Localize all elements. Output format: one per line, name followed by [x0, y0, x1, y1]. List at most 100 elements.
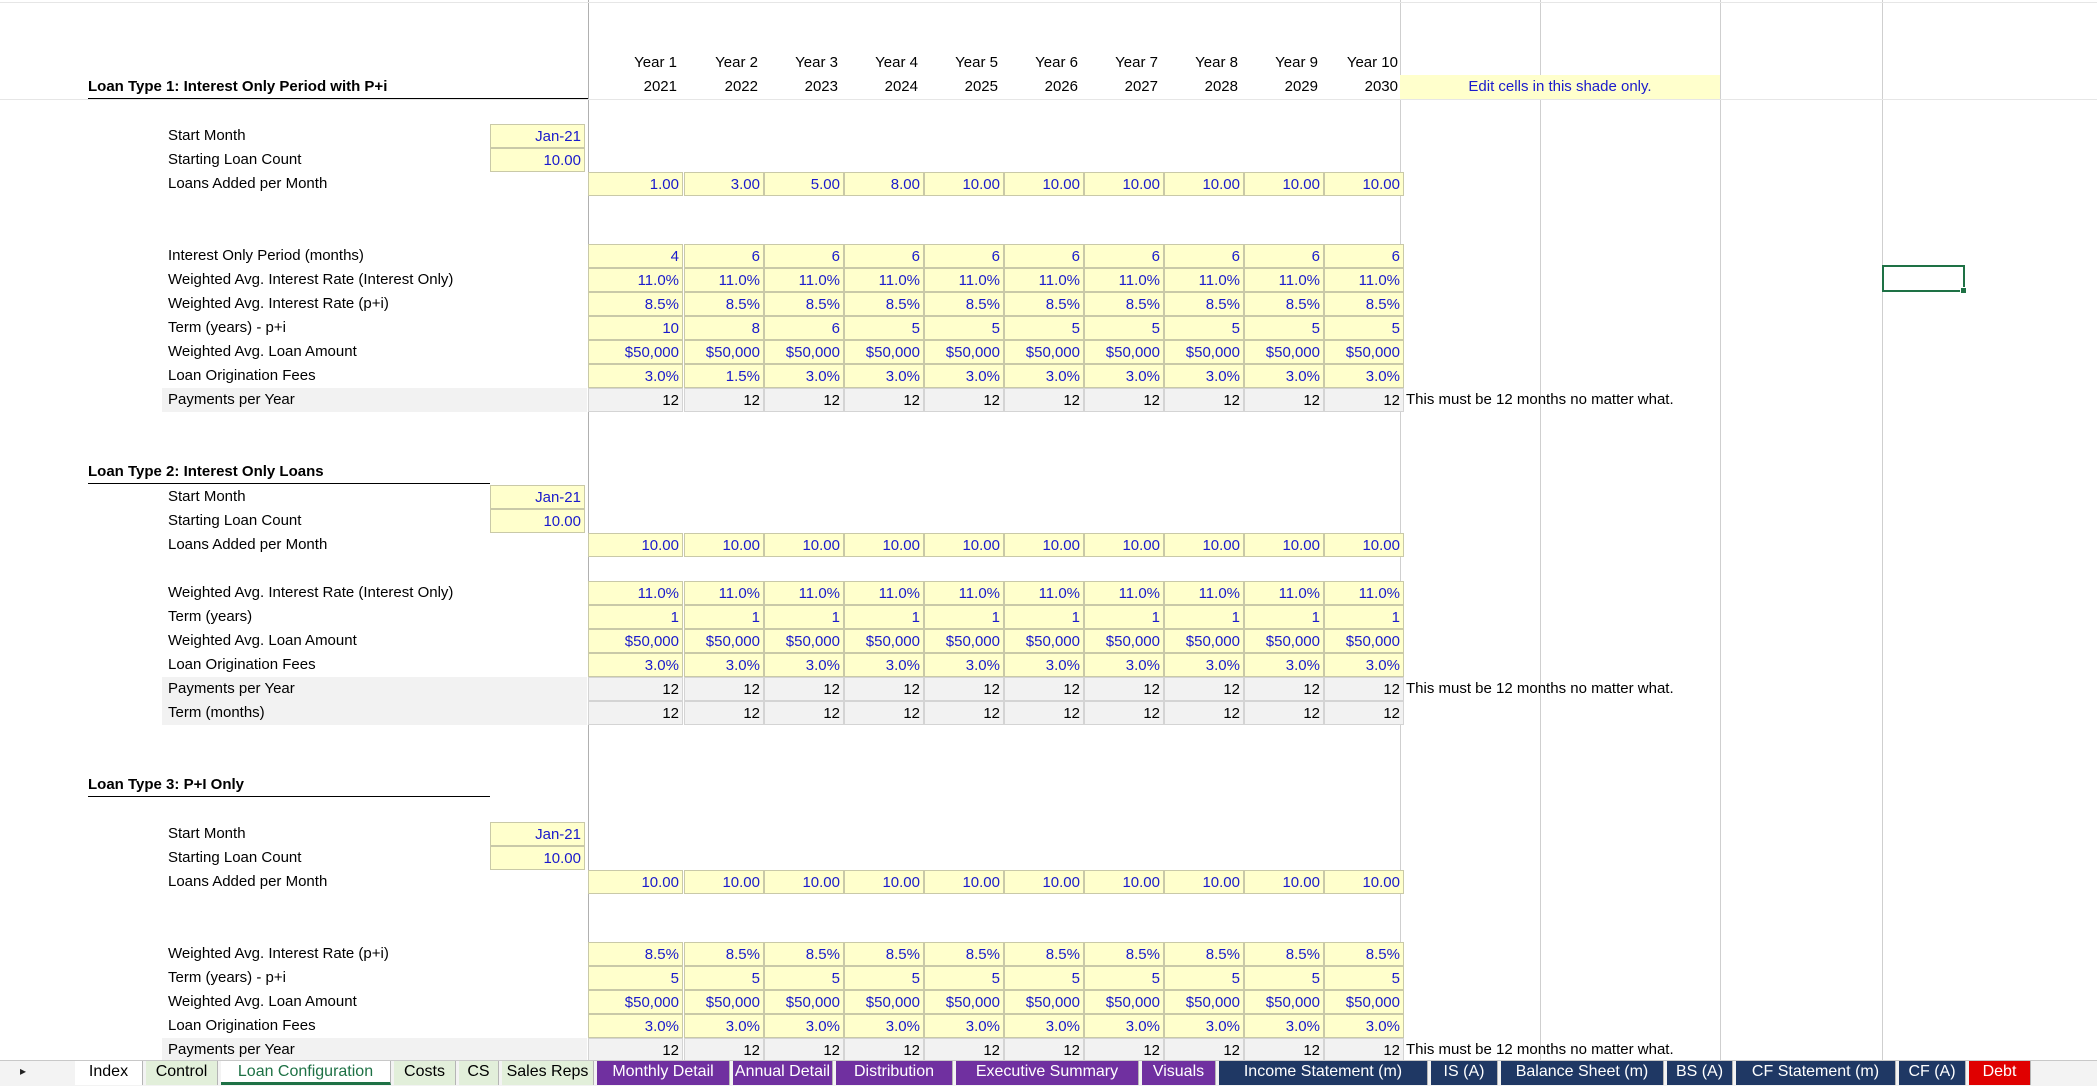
cell-added[interactable]: 10.00 [1164, 172, 1244, 196]
cell-amount[interactable]: $50,000 [1004, 629, 1084, 653]
cell-added[interactable]: 10.00 [1244, 870, 1324, 894]
cell-ppy[interactable]: 12 [764, 388, 844, 412]
cell-amount[interactable]: $50,000 [1244, 990, 1324, 1014]
cell-rate-io[interactable]: 11.0% [1164, 581, 1244, 605]
cell-ppy[interactable]: 12 [588, 1038, 683, 1060]
sheet-tab[interactable]: Income Statement (m) [1219, 1061, 1428, 1085]
cell-amount[interactable]: $50,000 [1164, 990, 1244, 1014]
cell-rate-pi[interactable]: 8.5% [924, 942, 1004, 966]
cell-term[interactable]: 5 [1164, 966, 1244, 990]
sheet-tab[interactable]: Monthly Detail [597, 1061, 730, 1085]
sheet-tab[interactable]: Distribution [836, 1061, 953, 1085]
cell-added[interactable]: 10.00 [1164, 533, 1244, 557]
cell-ppy[interactable]: 12 [684, 388, 764, 412]
cell-amount[interactable]: $50,000 [588, 340, 683, 364]
cell-rate-pi[interactable]: 8.5% [1084, 942, 1164, 966]
cell-rate-pi[interactable]: 8.5% [1244, 292, 1324, 316]
cell-fees[interactable]: 3.0% [1004, 364, 1084, 388]
cell-ppy[interactable]: 12 [924, 388, 1004, 412]
cell-fees[interactable]: 3.0% [1324, 1014, 1404, 1038]
cell-term[interactable]: 5 [588, 966, 683, 990]
cell-term[interactable]: 5 [924, 966, 1004, 990]
cell-ppy[interactable]: 12 [1244, 1038, 1324, 1060]
cell-io-period[interactable]: 6 [1004, 244, 1084, 268]
cell-added[interactable]: 10.00 [1004, 870, 1084, 894]
cell-amount[interactable]: $50,000 [1084, 629, 1164, 653]
cell-amount[interactable]: $50,000 [764, 629, 844, 653]
cell-fees[interactable]: 3.0% [1004, 1014, 1084, 1038]
cell-fees[interactable]: 3.0% [1244, 364, 1324, 388]
cell-amount[interactable]: $50,000 [1324, 629, 1404, 653]
sheet-tab[interactable]: BS (A) [1667, 1061, 1733, 1085]
cell-fees[interactable]: 3.0% [1164, 653, 1244, 677]
cell-added[interactable]: 10.00 [1244, 533, 1324, 557]
starting-count-input[interactable]: 10.00 [490, 509, 585, 533]
cell-ppy[interactable]: 12 [1324, 1038, 1404, 1060]
cell-added[interactable]: 10.00 [1164, 870, 1244, 894]
cell-added[interactable]: 10.00 [844, 870, 924, 894]
cell-amount[interactable]: $50,000 [1004, 340, 1084, 364]
cell-ppy[interactable]: 12 [844, 677, 924, 701]
cell-io-period[interactable]: 6 [1164, 244, 1244, 268]
cell-term[interactable]: 8 [684, 316, 764, 340]
cell-ppy[interactable]: 12 [1084, 677, 1164, 701]
cell-ppy[interactable]: 12 [1004, 677, 1084, 701]
cell-added[interactable]: 10.00 [588, 870, 683, 894]
cell-ppy[interactable]: 12 [1084, 1038, 1164, 1060]
sheet-tab[interactable]: CS [459, 1061, 499, 1085]
cell-fees[interactable]: 3.0% [844, 1014, 924, 1038]
cell-rate-io[interactable]: 11.0% [1244, 268, 1324, 292]
cell-term[interactable]: 5 [684, 966, 764, 990]
cell-rate-io[interactable]: 11.0% [924, 581, 1004, 605]
cell-ppy[interactable]: 12 [1324, 677, 1404, 701]
cell-term[interactable]: 1 [684, 605, 764, 629]
cell-term-months[interactable]: 12 [1164, 701, 1244, 725]
cell-rate-io[interactable]: 11.0% [1164, 268, 1244, 292]
sheet-tab[interactable]: Control [146, 1061, 218, 1085]
cell-fees[interactable]: 3.0% [588, 653, 683, 677]
cell-ppy[interactable]: 12 [1004, 1038, 1084, 1060]
cell-ppy[interactable]: 12 [924, 1038, 1004, 1060]
cell-term-months[interactable]: 12 [1084, 701, 1164, 725]
cell-rate-pi[interactable]: 8.5% [844, 292, 924, 316]
sheet-tab[interactable]: Annual Detail [733, 1061, 833, 1085]
cell-ppy[interactable]: 12 [588, 388, 683, 412]
cell-ppy[interactable]: 12 [764, 677, 844, 701]
cell-rate-pi[interactable]: 8.5% [764, 942, 844, 966]
cell-term[interactable]: 5 [1324, 966, 1404, 990]
sheet-tab[interactable]: CF (A) [1899, 1061, 1966, 1085]
cell-rate-io[interactable]: 11.0% [1244, 581, 1324, 605]
cell-rate-pi[interactable]: 8.5% [1324, 292, 1404, 316]
cell-fees[interactable]: 3.0% [844, 653, 924, 677]
cell-rate-pi[interactable]: 8.5% [1244, 942, 1324, 966]
cell-amount[interactable]: $50,000 [764, 990, 844, 1014]
cell-ppy[interactable]: 12 [1164, 677, 1244, 701]
cell-amount[interactable]: $50,000 [1164, 629, 1244, 653]
cell-rate-io[interactable]: 11.0% [588, 581, 683, 605]
cell-rate-io[interactable]: 11.0% [684, 268, 764, 292]
cell-ppy[interactable]: 12 [844, 388, 924, 412]
cell-amount[interactable]: $50,000 [1004, 990, 1084, 1014]
cell-rate-pi[interactable]: 8.5% [1164, 942, 1244, 966]
cell-fees[interactable]: 3.0% [924, 653, 1004, 677]
sheet-tab[interactable]: IS (A) [1431, 1061, 1498, 1085]
cell-added[interactable]: 10.00 [684, 533, 764, 557]
cell-fees[interactable]: 3.0% [924, 1014, 1004, 1038]
cell-ppy[interactable]: 12 [844, 1038, 924, 1060]
cell-term[interactable]: 1 [1244, 605, 1324, 629]
cell-ppy[interactable]: 12 [684, 1038, 764, 1060]
cell-added[interactable]: 10.00 [1324, 172, 1404, 196]
cell-added[interactable]: 1.00 [588, 172, 683, 196]
cell-term[interactable]: 6 [764, 316, 844, 340]
cell-amount[interactable]: $50,000 [844, 340, 924, 364]
cell-io-period[interactable]: 6 [844, 244, 924, 268]
cell-added[interactable]: 8.00 [844, 172, 924, 196]
cell-added[interactable]: 5.00 [764, 172, 844, 196]
cell-added[interactable]: 10.00 [1324, 533, 1404, 557]
cell-rate-pi[interactable]: 8.5% [588, 292, 683, 316]
cell-term-months[interactable]: 12 [924, 701, 1004, 725]
sheet-tab[interactable]: CF Statement (m) [1736, 1061, 1896, 1085]
cell-added[interactable]: 10.00 [1084, 533, 1164, 557]
cell-ppy[interactable]: 12 [1244, 677, 1324, 701]
cell-term[interactable]: 5 [1244, 966, 1324, 990]
